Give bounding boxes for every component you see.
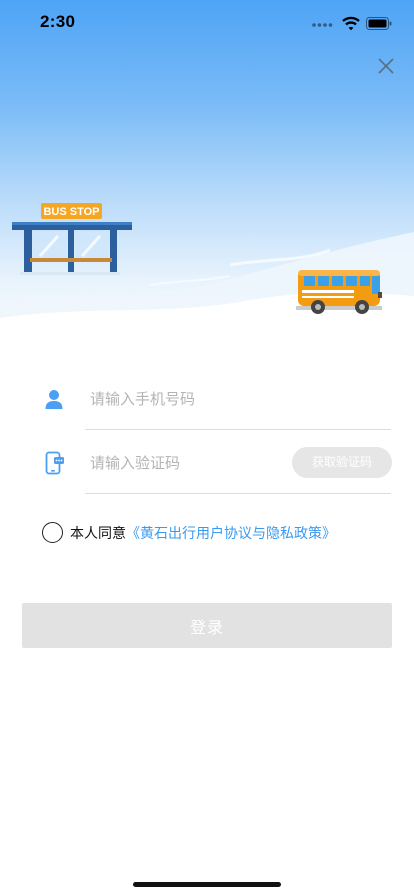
status-bar: 2:30 <box>0 0 414 46</box>
close-button[interactable] <box>372 52 400 80</box>
agreement-checkbox[interactable] <box>42 522 63 543</box>
hero-banner: BUS STOP 2:30 <box>0 0 414 360</box>
bus-stop-sign: BUS STOP <box>43 206 99 218</box>
get-code-button[interactable]: 获取验证码 <box>292 447 392 478</box>
bus-illustration <box>296 270 382 314</box>
code-field: 获取验证码 <box>0 430 414 494</box>
agreement-row: 本人同意《黄石出行用户协议与隐私政策》 <box>42 520 402 546</box>
bus-stop-illustration: BUS STOP <box>0 203 414 360</box>
phone-sms-icon <box>45 451 64 475</box>
bus-stop-shelter: BUS STOP <box>12 203 132 275</box>
home-indicator <box>133 882 281 887</box>
battery-icon <box>366 17 392 30</box>
phone-input[interactable] <box>90 387 290 411</box>
agreement-link[interactable]: 《黄石出行用户协议与隐私政策》 <box>126 526 336 542</box>
code-divider <box>85 493 391 494</box>
phone-field <box>0 366 414 430</box>
agreement-text: 本人同意《黄石出行用户协议与隐私政策》 <box>70 523 336 543</box>
status-time: 2:30 <box>40 12 76 31</box>
status-icons <box>312 16 392 31</box>
login-button[interactable]: 登录 <box>22 603 392 648</box>
user-icon <box>45 390 63 409</box>
close-icon <box>378 58 394 74</box>
agreement-prefix: 本人同意 <box>70 526 126 542</box>
code-input[interactable] <box>90 451 270 475</box>
wifi-icon <box>342 16 360 31</box>
signal-icon <box>312 23 333 27</box>
